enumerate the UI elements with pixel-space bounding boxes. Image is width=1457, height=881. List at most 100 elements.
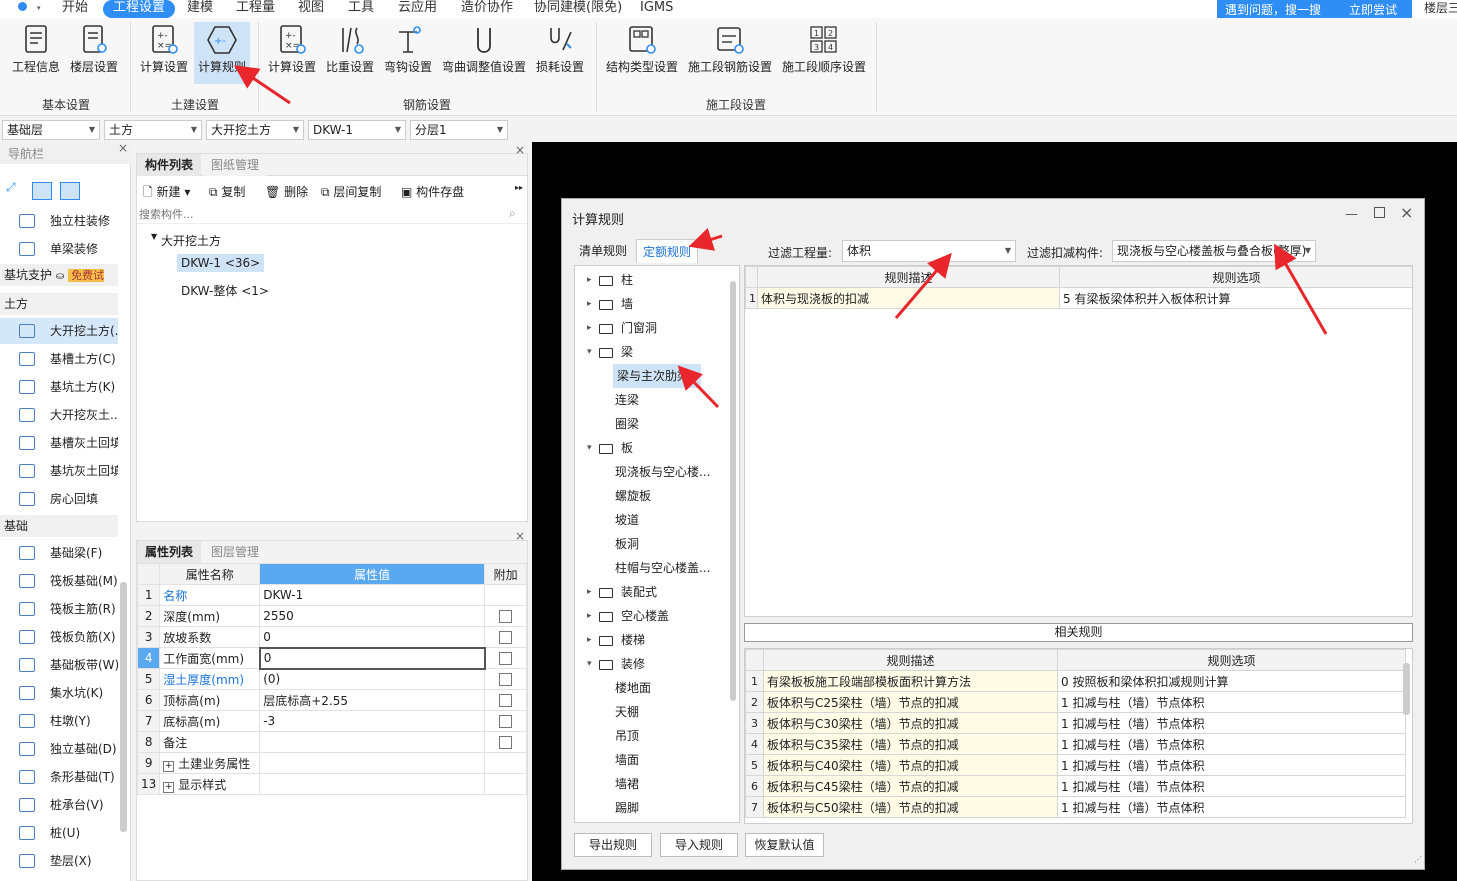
tree-folder[interactable]: ▾ 梁: [587, 340, 633, 364]
loss-settings-button[interactable]: 损耗设置: [532, 22, 588, 84]
tree-leaf[interactable]: 现浇板与空心楼...: [615, 460, 710, 484]
property-row[interactable]: 3 放坡系数 0: [136, 626, 527, 648]
related-rule-row[interactable]: 7 板体积与C50梁柱（墙）节点的扣减 1 扣减与柱（墙）节点体积: [745, 796, 1406, 818]
tree-leaf[interactable]: 连梁: [615, 388, 639, 412]
menu-view[interactable]: 视图: [298, 0, 324, 18]
related-rule-row[interactable]: 3 板体积与C30梁柱（墙）节点的扣减 1 扣减与柱（墙）节点体积: [745, 712, 1406, 734]
tab-layer-management[interactable]: 图层管理: [203, 541, 268, 563]
rule-row[interactable]: 1 体积与现浇板的扣减 5 有梁板梁体积并入板体积计算: [745, 287, 1412, 309]
tab-component-list[interactable]: 构件列表: [137, 154, 202, 176]
property-value[interactable]: 0: [258, 646, 486, 670]
floor-settings-button[interactable]: 楼层设置: [66, 22, 122, 84]
related-rule-option[interactable]: 1 扣减与柱（墙）节点体积: [1057, 691, 1406, 713]
chevron-down-icon[interactable]: ▾: [587, 340, 592, 364]
chevron-right-icon[interactable]: ▸: [587, 628, 592, 652]
export-rules-button[interactable]: 导出规则: [574, 833, 652, 857]
property-row[interactable]: 13 + 显示样式: [136, 773, 527, 795]
attach-checkbox[interactable]: [499, 610, 513, 623]
tab-quota-rules[interactable]: 定额规则: [636, 239, 699, 263]
nav-item[interactable]: 基坑土方(K): [0, 374, 118, 400]
tree-folder[interactable]: ▸ 门窗洞: [587, 316, 657, 340]
tree-folder[interactable]: ▾ 板: [587, 436, 633, 460]
menu-cost-collab[interactable]: 造价协作: [461, 0, 513, 18]
related-rule-option[interactable]: 1 扣减与柱（墙）节点体积: [1057, 775, 1406, 797]
related-rule-row[interactable]: 2 板体积与C25梁柱（墙）节点的扣减 1 扣减与柱（墙）节点体积: [745, 691, 1406, 713]
nav-category-earthwork[interactable]: 土方: [0, 293, 118, 315]
nav-item[interactable]: 筏板主筋(R): [0, 596, 118, 622]
property-value[interactable]: [259, 773, 486, 795]
menu-cloud[interactable]: 云应用: [398, 0, 437, 18]
menu-collab-modeling[interactable]: 协同建模(限免): [534, 0, 622, 18]
help-search-text[interactable]: 遇到问题，搜一搜: [1225, 1, 1321, 19]
chevron-down-icon[interactable]: ▾: [587, 652, 592, 676]
property-value[interactable]: [259, 731, 486, 753]
quick-access-dropdown-icon[interactable]: ▾: [37, 4, 41, 12]
import-rules-button[interactable]: 导入规则: [660, 833, 738, 857]
maximize-icon[interactable]: [1374, 207, 1385, 218]
rule-option[interactable]: 5 有梁板梁体积并入板体积计算: [1059, 287, 1412, 309]
filter-comp-select[interactable]: 现浇板与空心楼盖板与叠合板(整厚) ▼: [1112, 240, 1316, 262]
nav-item[interactable]: 基础梁(F): [0, 540, 118, 566]
property-value[interactable]: (0): [259, 668, 486, 690]
nav-item[interactable]: 筏板负筋(X): [0, 624, 118, 650]
nav-item[interactable]: 独立柱装修: [0, 208, 118, 234]
attach-checkbox[interactable]: [499, 715, 513, 728]
restore-defaults-button[interactable]: 恢复默认值: [745, 833, 824, 857]
nav-item[interactable]: 基槽灰土回填: [0, 430, 118, 456]
related-rule-row[interactable]: 1 有梁板板施工段端部模板面积计算方法 0 按照板和梁体积扣减规则计算: [745, 670, 1406, 692]
component-item-dkw-whole[interactable]: DKW-整体 <1>: [177, 280, 273, 301]
tree-leaf[interactable]: 柱帽与空心楼盖...: [615, 556, 710, 580]
menu-tools[interactable]: 工具: [348, 0, 374, 18]
property-row[interactable]: 8 备注: [136, 731, 527, 753]
tree-folder[interactable]: ▸ 楼梯: [587, 628, 645, 652]
list-view-icon[interactable]: [32, 182, 52, 200]
related-rule-option[interactable]: 1 扣减与柱（墙）节点体积: [1057, 733, 1406, 755]
property-value[interactable]: -3: [259, 710, 486, 732]
minimize-icon[interactable]: —: [1345, 207, 1358, 222]
nav-item[interactable]: 基础板带(W): [0, 652, 118, 678]
tree-leaf[interactable]: 坡道: [615, 508, 639, 532]
calc-rules-button[interactable]: +- 计算规则: [194, 22, 250, 84]
property-value[interactable]: [259, 752, 486, 774]
nav-item[interactable]: 集水坑(K): [0, 680, 118, 706]
density-settings-button[interactable]: 比重设置: [322, 22, 378, 84]
expand-icon[interactable]: ⤢: [6, 180, 16, 195]
nav-item[interactable]: 条形基础(T): [0, 764, 118, 790]
nav-item[interactable]: 基槽土方(C): [0, 346, 118, 372]
menu-start[interactable]: 开始: [62, 0, 88, 18]
app-logo-icon[interactable]: [18, 2, 27, 11]
nav-scrollbar[interactable]: [120, 582, 127, 832]
component-item-dkw-1[interactable]: DKW-1 <36>: [177, 254, 265, 272]
menu-modeling[interactable]: 建模: [187, 0, 213, 18]
related-rule-option[interactable]: 1 扣减与柱（墙）节点体积: [1057, 754, 1406, 776]
floor-select[interactable]: 基础层 ▼: [2, 120, 100, 140]
attach-checkbox[interactable]: [499, 631, 513, 644]
close-icon[interactable]: ×: [118, 141, 128, 155]
nav-category-support[interactable]: 基坑支护 ⛀ 免费试用: [0, 264, 118, 306]
floor-copy-button[interactable]: ⧉ 层间复制: [321, 183, 381, 200]
chevron-right-icon[interactable]: ▸: [587, 604, 592, 628]
type-select[interactable]: 大开挖土方 ▼: [206, 120, 304, 140]
tree-folder[interactable]: ▾ 装修: [587, 652, 645, 676]
tree-leaf[interactable]: 墙面: [615, 748, 639, 772]
property-value[interactable]: 层底标高+2.55: [259, 689, 486, 711]
save-component-button[interactable]: ▣ 构件存盘: [401, 183, 464, 200]
filter-qty-select[interactable]: 体积 ▼: [842, 240, 1016, 262]
nav-item[interactable]: 大开挖土方(..: [0, 318, 118, 344]
chevron-right-icon[interactable]: ▸: [587, 316, 592, 340]
component-search[interactable]: ⌕: [137, 204, 527, 224]
tree-leaf[interactable]: 板洞: [615, 532, 639, 556]
expand-plus-icon[interactable]: +: [163, 760, 175, 772]
nav-item[interactable]: 单梁装修: [0, 236, 118, 262]
property-row[interactable]: 2 深度(mm) 2550: [136, 605, 527, 627]
menu-quantity[interactable]: 工程量: [236, 0, 275, 18]
related-rule-option[interactable]: 1 扣减与柱（墙）节点体积: [1057, 796, 1406, 818]
tree-leaf[interactable]: 螺旋板: [615, 484, 651, 508]
property-row[interactable]: 5 湿土厚度(mm) (0): [136, 668, 527, 690]
rebar-calc-settings-button[interactable]: +- ×= 计算设置: [264, 22, 320, 84]
category-select[interactable]: 土方 ▼: [104, 120, 202, 140]
new-component-button[interactable]: 🗋 新建 ▾: [143, 183, 190, 204]
attach-checkbox[interactable]: [499, 694, 513, 707]
bend-adjust-settings-button[interactable]: 弯曲调整值设置: [440, 22, 528, 84]
tree-folder[interactable]: ▸ 装配式: [587, 580, 657, 604]
